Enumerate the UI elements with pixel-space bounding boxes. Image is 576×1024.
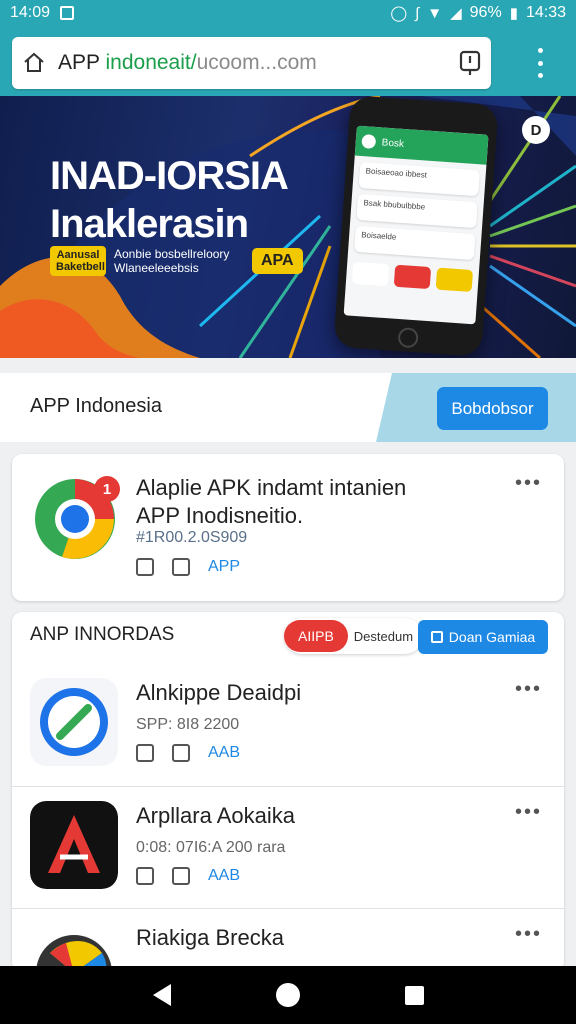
phone-card: Boisaeoao ibbest: [358, 161, 481, 197]
app-header-title: APP Indonesia: [30, 395, 162, 417]
app-header: APP Indonesia Bobdobsor: [0, 373, 576, 442]
featured-app-card[interactable]: 1 Alaplie APK indamt intanien APP Inodis…: [12, 454, 564, 601]
phone-button: [435, 267, 474, 293]
status-clock-right: 14:33: [525, 4, 566, 21]
recents-icon[interactable]: [404, 985, 424, 1005]
back-icon[interactable]: [152, 984, 171, 1006]
banner-pill-apa: APA: [252, 248, 303, 275]
phone-screen: Bosk Boisaeoao ibbest Bsak bbubulbbbe Bo…: [343, 125, 489, 325]
notification-badge: 1: [94, 476, 120, 502]
system-nav-bar: [0, 966, 576, 1024]
alarm-icon: ◯: [390, 4, 408, 22]
item-actions: AAB: [136, 867, 240, 885]
app-header-button[interactable]: Bobdobsor: [437, 387, 548, 430]
featured-meta: #1R00.2.0S909: [136, 529, 248, 546]
item-actions: AAB: [136, 744, 240, 762]
featured-title: Alaplie APK indamt intanien APP Inodisne…: [136, 475, 407, 528]
list-item[interactable]: Riakiga Brecka •••: [12, 908, 564, 972]
list-item[interactable]: Arpllara Aokaika 0:08: 07I6:A 200 rara A…: [12, 786, 564, 908]
status-bar: 14:09 ◯ ∫ ▼ ◢ 96% ▮ 14:33: [0, 0, 576, 26]
wifi-icon: ▼: [427, 4, 443, 22]
signal-icon: ◢: [450, 4, 462, 22]
more-options-icon[interactable]: •••: [515, 801, 542, 824]
item-title: Alnkippe Deaidpi: [136, 680, 302, 705]
bookmark-icon[interactable]: [172, 867, 190, 885]
filter-segment-label[interactable]: Destedum: [354, 629, 413, 644]
hero-banner[interactable]: INAD-IORSIA Inaklerasin Aanusal Baketbel…: [0, 96, 576, 358]
phone-button: [393, 264, 432, 290]
app-icon: [30, 801, 118, 889]
more-options-icon[interactable]: •••: [515, 678, 542, 701]
banner-subtitle-row: Aanusal Baketbell Aonbie bosbellreloory …: [50, 246, 303, 277]
download-icon: [430, 631, 443, 643]
featured-tag[interactable]: APP: [208, 558, 240, 576]
filter-segment[interactable]: AIIPB Destedum: [284, 618, 424, 654]
download-button[interactable]: Doan Gamiaa: [418, 620, 548, 654]
shield-icon[interactable]: [459, 50, 481, 76]
bookmark-icon[interactable]: [172, 744, 190, 762]
item-meta: SPP: 8I8 2200: [136, 716, 240, 733]
banner-title-line1: INAD-IORSIA: [50, 154, 289, 198]
phone-home-button: [397, 327, 419, 349]
phone-mockup: Bosk Boisaeoao ibbest Bsak bbubulbbbe Bo…: [333, 96, 499, 357]
phone-header: Bosk: [354, 125, 489, 165]
phone-card: Bsak bbubulbbbe: [356, 193, 478, 229]
item-tag[interactable]: AAB: [208, 744, 240, 762]
phone-button: [351, 261, 390, 287]
url-text[interactable]: APP indoneait/ucoom...com: [58, 51, 317, 75]
app-icon: [36, 935, 112, 972]
home-circle-icon[interactable]: [275, 983, 300, 1007]
battery-icon: ▮: [509, 4, 518, 22]
banner-title: INAD-IORSIA Inaklerasin: [50, 152, 289, 248]
battery-percent: 96%: [469, 4, 502, 21]
phone-title: Bosk: [381, 136, 405, 150]
share-icon[interactable]: [136, 558, 154, 576]
phone-buttons: [351, 261, 474, 293]
item-title: Riakiga Brecka: [136, 925, 284, 950]
app-icon: [30, 678, 118, 766]
screenshot-icon: [60, 6, 75, 20]
item-tag[interactable]: AAB: [208, 867, 240, 885]
item-title: Arpllara Aokaika: [136, 803, 295, 828]
browser-toolbar: APP indoneait/ucoom...com: [0, 26, 576, 96]
url-bar[interactable]: APP indoneait/ucoom...com: [12, 37, 491, 89]
status-time: 14:09: [10, 4, 51, 21]
url-domain-grey: ucoom...com: [196, 51, 317, 74]
overflow-menu-icon[interactable]: [536, 48, 544, 78]
bookmark-icon[interactable]: [172, 558, 190, 576]
url-domain-dark: APP: [58, 51, 106, 74]
share-icon[interactable]: [136, 867, 154, 885]
share-icon[interactable]: [136, 744, 154, 762]
list-item[interactable]: Alnkippe Deaidpi SPP: 8I8 2200 AAB •••: [12, 664, 564, 786]
list-header: ANP INNORDAS: [30, 624, 175, 645]
more-options-icon[interactable]: •••: [515, 472, 542, 495]
phone-logo-icon: [361, 134, 377, 149]
banner-badge[interactable]: D: [522, 116, 550, 144]
banner-pill-left: Aanusal Baketbell: [50, 246, 106, 277]
item-meta: 0:08: 07I6:A 200 rara: [136, 839, 286, 856]
bluetooth-icon: ∫: [415, 4, 420, 22]
download-label: Doan Gamiaa: [448, 629, 536, 645]
featured-actions: APP: [136, 558, 240, 576]
home-icon[interactable]: [22, 51, 46, 75]
more-options-icon[interactable]: •••: [515, 923, 542, 946]
phone-card: Boisaelde: [354, 225, 476, 261]
banner-title-line2: Inaklerasin: [50, 202, 249, 246]
banner-subtitle: Aonbie bosbellreloory Wlaneeleeebsis: [114, 246, 230, 276]
app-list-card: ANP INNORDAS AIIPB Destedum Doan Gamiaa …: [12, 612, 564, 972]
filter-segment-active[interactable]: AIIPB: [284, 620, 348, 652]
url-domain-green: indoneait/: [105, 51, 197, 74]
